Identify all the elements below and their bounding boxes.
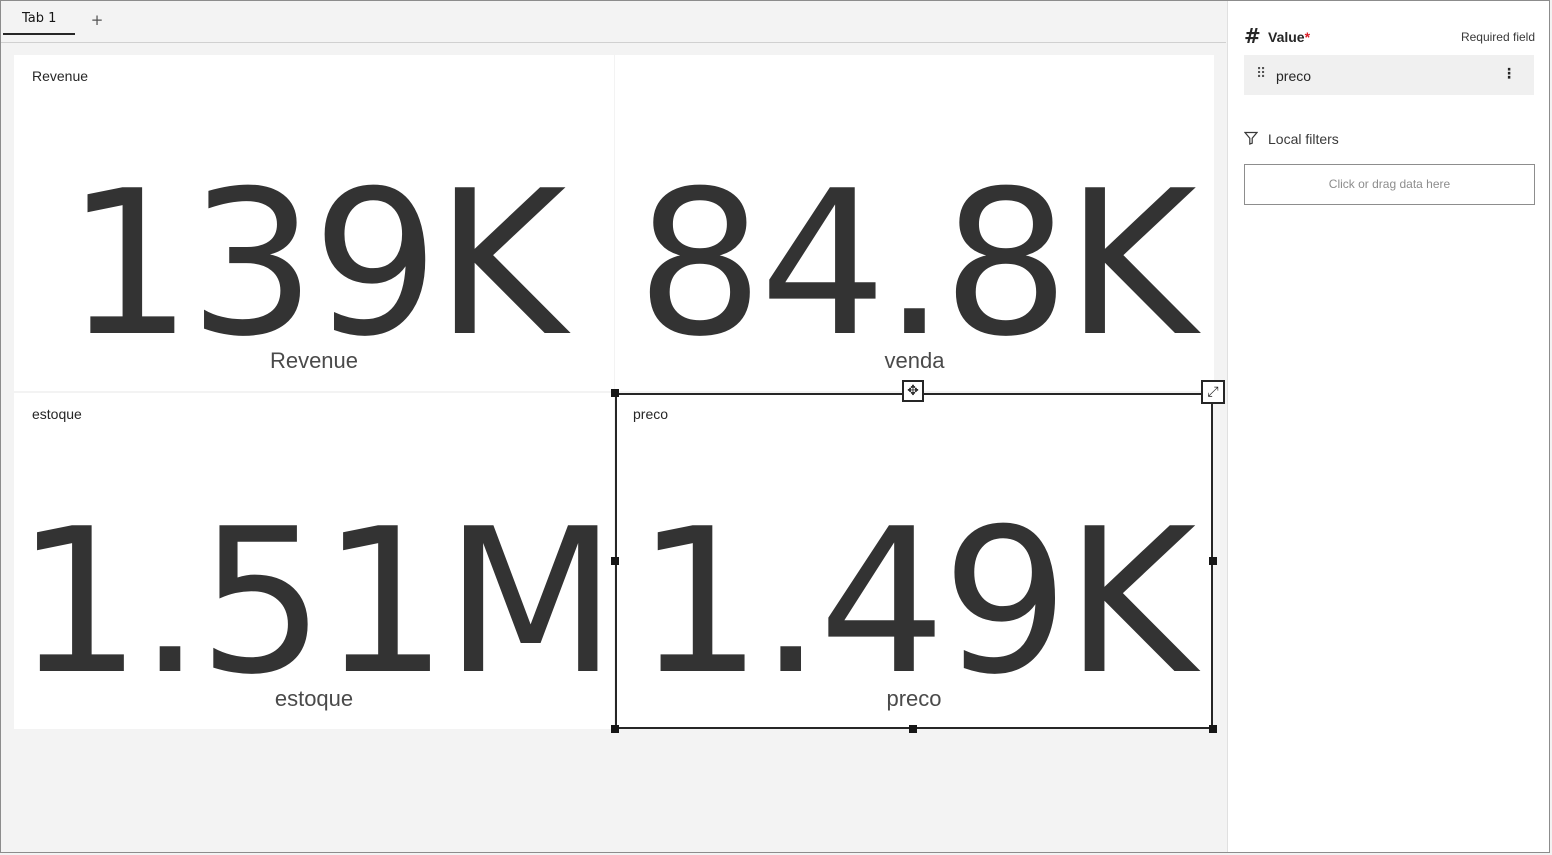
tab-1[interactable]: Tab 1 (3, 1, 75, 35)
kpi-label: preco (886, 686, 942, 711)
kpi-label: venda (884, 348, 945, 373)
properties-panel: # Value* Required field ⠿ preco ⋮ Local … (1227, 1, 1550, 853)
required-field-text: Required field (1460, 30, 1535, 44)
dashboard-canvas: Revenue 139K Revenue 84.8K venda estoque… (1, 43, 1226, 853)
kpi-label: estoque (274, 686, 354, 711)
kpi-value: 84.8K (636, 148, 1196, 381)
kpi-value: 1.49K (635, 486, 1196, 719)
filter-icon (1243, 131, 1259, 149)
add-tab-button[interactable]: + (89, 11, 105, 29)
drag-handle-icon[interactable]: ⠿ (1256, 66, 1266, 82)
expand-icon[interactable]: ⤢ (1201, 380, 1225, 404)
value-slot-title: Value* (1268, 29, 1311, 45)
kpi-tile-revenue[interactable]: Revenue 139K Revenue (14, 55, 614, 391)
overflow-menu-icon[interactable]: ⋮ (1502, 66, 1516, 82)
tab-label: Tab 1 (22, 11, 57, 26)
tab-bar: Tab 1 + (1, 1, 1226, 43)
resize-handle-left[interactable] (611, 557, 619, 565)
resize-handle-bottom-left[interactable] (611, 725, 619, 733)
field-label: preco (1276, 68, 1312, 84)
resize-handle-bottom[interactable] (909, 725, 917, 733)
kpi-label: Revenue (269, 348, 359, 373)
filter-drop-zone[interactable]: Click or drag data here (1244, 164, 1535, 205)
tile-title: preco (633, 406, 669, 422)
value-field-slot[interactable]: ⠿ preco ⋮ (1244, 55, 1534, 95)
local-filters-title: Local filters (1268, 131, 1339, 147)
resize-handle-bottom-right[interactable] (1209, 725, 1217, 733)
resize-handle-right[interactable] (1209, 557, 1217, 565)
required-marker: * (1304, 29, 1311, 45)
kpi-tile-preco[interactable]: preco 1.49K preco (615, 393, 1213, 729)
resize-handle-top-left[interactable] (611, 389, 619, 397)
hash-icon: # (1244, 24, 1261, 48)
kpi-value: 1.51M (15, 486, 614, 719)
kpi-tile-estoque[interactable]: estoque 1.51M estoque (14, 393, 614, 729)
tile-title: Revenue (32, 68, 89, 84)
tile-title: estoque (32, 406, 82, 422)
kpi-tile-venda[interactable]: 84.8K venda (614, 55, 1214, 391)
kpi-value: 139K (65, 148, 567, 381)
move-icon[interactable]: ✥ (902, 380, 924, 402)
